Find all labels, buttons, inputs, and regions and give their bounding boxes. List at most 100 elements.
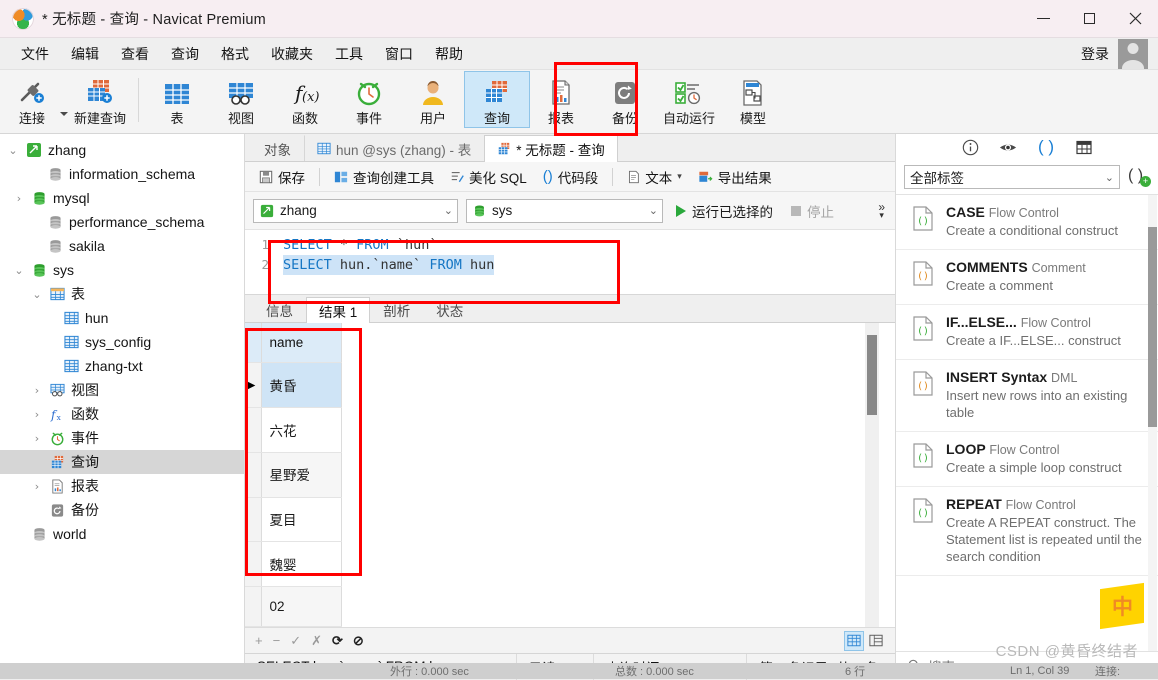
table-row[interactable]: 魏婴	[245, 541, 895, 588]
cell-name[interactable]: 02	[261, 586, 342, 627]
menu-format[interactable]: 格式	[210, 40, 260, 68]
sidebar-item-zhang[interactable]: ⌄ zhang	[0, 138, 244, 162]
sidebar-item-tables[interactable]: ⌄ 表	[0, 282, 244, 306]
sidebar-item-hun[interactable]: hun	[0, 306, 244, 330]
ribbon-user[interactable]: 用户	[401, 72, 465, 127]
table-row[interactable]: 星野爱	[245, 452, 895, 498]
snippet-tag-select[interactable]: 全部标签 ⌄	[904, 165, 1120, 189]
ribbon-event[interactable]: 事件	[337, 72, 401, 127]
sidebar-item-mysql[interactable]: › mysql	[0, 186, 244, 210]
menu-window[interactable]: 窗口	[374, 40, 424, 68]
table-grid-icon[interactable]	[1074, 137, 1094, 157]
result-tab-profile[interactable]: 剖析	[370, 297, 423, 322]
menu-favorites[interactable]: 收藏夹	[260, 40, 324, 68]
info-icon[interactable]	[960, 137, 980, 157]
sidebar-item-zhang-txt[interactable]: zhang-txt	[0, 354, 244, 378]
chevron-right-icon[interactable]: ›	[30, 432, 44, 445]
sidebar-item-queries[interactable]: 查询	[0, 450, 244, 474]
sidebar-item-functions[interactable]: › fx 函数	[0, 402, 244, 426]
sidebar-item-events[interactable]: › 事件	[0, 426, 244, 450]
cell-name[interactable]: 星野爱	[261, 452, 342, 498]
connection-select[interactable]: zhang ⌄	[253, 198, 458, 223]
menu-view[interactable]: 查看	[110, 40, 160, 68]
table-row[interactable]: 02	[245, 586, 895, 627]
ribbon-automation[interactable]: 自动运行	[657, 72, 721, 127]
sql-line-2[interactable]: SELECT hun.`name` FROM hun	[283, 255, 895, 275]
menu-query[interactable]: 查询	[160, 40, 210, 68]
menu-help[interactable]: 帮助	[424, 40, 474, 68]
ribbon-function[interactable]: f (x) 函数	[273, 72, 337, 127]
result-tab-result1[interactable]: 结果 1	[306, 297, 371, 323]
ribbon-report[interactable]: 报表	[529, 72, 593, 127]
table-row[interactable]: ▶ 黄昏	[245, 362, 895, 409]
column-header-name[interactable]: name	[261, 323, 342, 364]
sidebar-item-views[interactable]: › 视图	[0, 378, 244, 402]
chevron-down-icon[interactable]: ⌄	[645, 204, 658, 217]
table-row[interactable]: 六花	[245, 407, 895, 453]
add-record-button[interactable]: +	[255, 633, 263, 648]
cell-name[interactable]: 黄昏	[261, 362, 342, 409]
query-builder-button[interactable]: 查询创建工具	[328, 164, 440, 190]
login-button[interactable]: 登录	[1081, 44, 1109, 64]
avatar[interactable]	[1118, 38, 1148, 69]
code-snippet-icon[interactable]: ( )	[1036, 137, 1056, 157]
chevron-down-icon[interactable]: ⌄	[30, 288, 44, 301]
stop-loading-button[interactable]: ⊘	[353, 633, 364, 649]
list-item[interactable]: () REPEAT Flow Control Create A REPEAT c…	[896, 487, 1158, 576]
sidebar-item-sys-config[interactable]: sys_config	[0, 330, 244, 354]
chevron-right-icon[interactable]: ›	[30, 408, 44, 421]
menu-file[interactable]: 文件	[10, 40, 60, 68]
chevron-right-icon[interactable]: ›	[12, 192, 26, 205]
table-row[interactable]: 夏目	[245, 497, 895, 543]
stop-button[interactable]: 停止	[786, 198, 839, 224]
tab-table-hun[interactable]: hun @sys (zhang) - 表	[304, 135, 484, 161]
list-item[interactable]: () IF...ELSE... Flow Control Create a IF…	[896, 305, 1158, 360]
ribbon-backup[interactable]: 备份	[593, 72, 657, 127]
snippet-scrollbar-thumb[interactable]	[1148, 227, 1157, 427]
cell-name[interactable]: 六花	[261, 407, 342, 453]
sidebar-item-reports[interactable]: › 报表	[0, 474, 244, 498]
ribbon-new-query[interactable]: 新建查询	[68, 72, 132, 127]
result-grid-wrapper[interactable]: name ▶ 黄昏 六花 星野爱 夏目 魏婴 02	[245, 323, 895, 627]
eye-icon[interactable]	[998, 137, 1018, 157]
list-item[interactable]: () CASE Flow Control Create a conditiona…	[896, 195, 1158, 250]
sidebar-item-sys[interactable]: ⌄ sys	[0, 258, 244, 282]
result-tab-status[interactable]: 状态	[423, 297, 476, 322]
ribbon-connection[interactable]: 连接	[0, 72, 64, 127]
chevron-down-icon[interactable]: ⌄	[440, 204, 453, 217]
snippet-list[interactable]: () CASE Flow Control Create a conditiona…	[896, 194, 1158, 651]
beautify-sql-button[interactable]: 美化 SQL	[444, 164, 533, 190]
code-snippet-button[interactable]: () 代码段	[537, 164, 605, 190]
scrollbar-thumb[interactable]	[867, 335, 877, 415]
text-view-button[interactable]: 文本 ▾	[621, 164, 688, 190]
menu-tools[interactable]: 工具	[324, 40, 374, 68]
close-button[interactable]	[1112, 0, 1158, 38]
result-grid[interactable]: name ▶ 黄昏 六花 星野爱 夏目 魏婴 02	[245, 323, 895, 627]
add-snippet-icon[interactable]: ( ) +	[1128, 167, 1151, 187]
save-button[interactable]: 保存	[253, 164, 311, 190]
cell-name[interactable]: 夏目	[261, 497, 342, 543]
toolbar-overflow-button[interactable]: » ▾	[878, 201, 887, 220]
tab-objects[interactable]: 对象	[251, 135, 304, 161]
sql-code[interactable]: SELECT * FROM `hun` SELECT hun.`name` FR…	[275, 230, 895, 294]
cell-name[interactable]: 魏婴	[261, 541, 342, 588]
sidebar-item-performance-schema[interactable]: performance_schema	[0, 210, 244, 234]
sql-line-1[interactable]: SELECT * FROM `hun`	[283, 235, 895, 255]
result-tab-info[interactable]: 信息	[253, 297, 306, 322]
database-select[interactable]: sys ⌄	[466, 198, 663, 223]
list-item[interactable]: () COMMENTS Comment Create a comment	[896, 250, 1158, 305]
chevron-right-icon[interactable]: ›	[30, 384, 44, 397]
result-vertical-scrollbar[interactable]	[865, 323, 879, 627]
sidebar-item-world[interactable]: world	[0, 522, 244, 546]
sidebar-tree[interactable]: ⌄ zhang information_schema › mysql perfo…	[0, 134, 245, 679]
list-item[interactable]: () LOOP Flow Control Create a simple loo…	[896, 432, 1158, 487]
ribbon-table[interactable]: 表	[145, 72, 209, 127]
run-selected-button[interactable]: 运行已选择的	[671, 198, 778, 224]
menu-edit[interactable]: 编辑	[60, 40, 110, 68]
delete-record-button[interactable]: −	[273, 633, 281, 648]
tab-query-untitled[interactable]: * 无标题 - 查询	[484, 135, 618, 162]
minimize-button[interactable]	[1020, 0, 1066, 38]
list-item[interactable]: () INSERT Syntax DML Insert new rows int…	[896, 360, 1158, 432]
sidebar-item-information-schema[interactable]: information_schema	[0, 162, 244, 186]
connection-dropdown-caret-icon[interactable]	[60, 111, 68, 116]
